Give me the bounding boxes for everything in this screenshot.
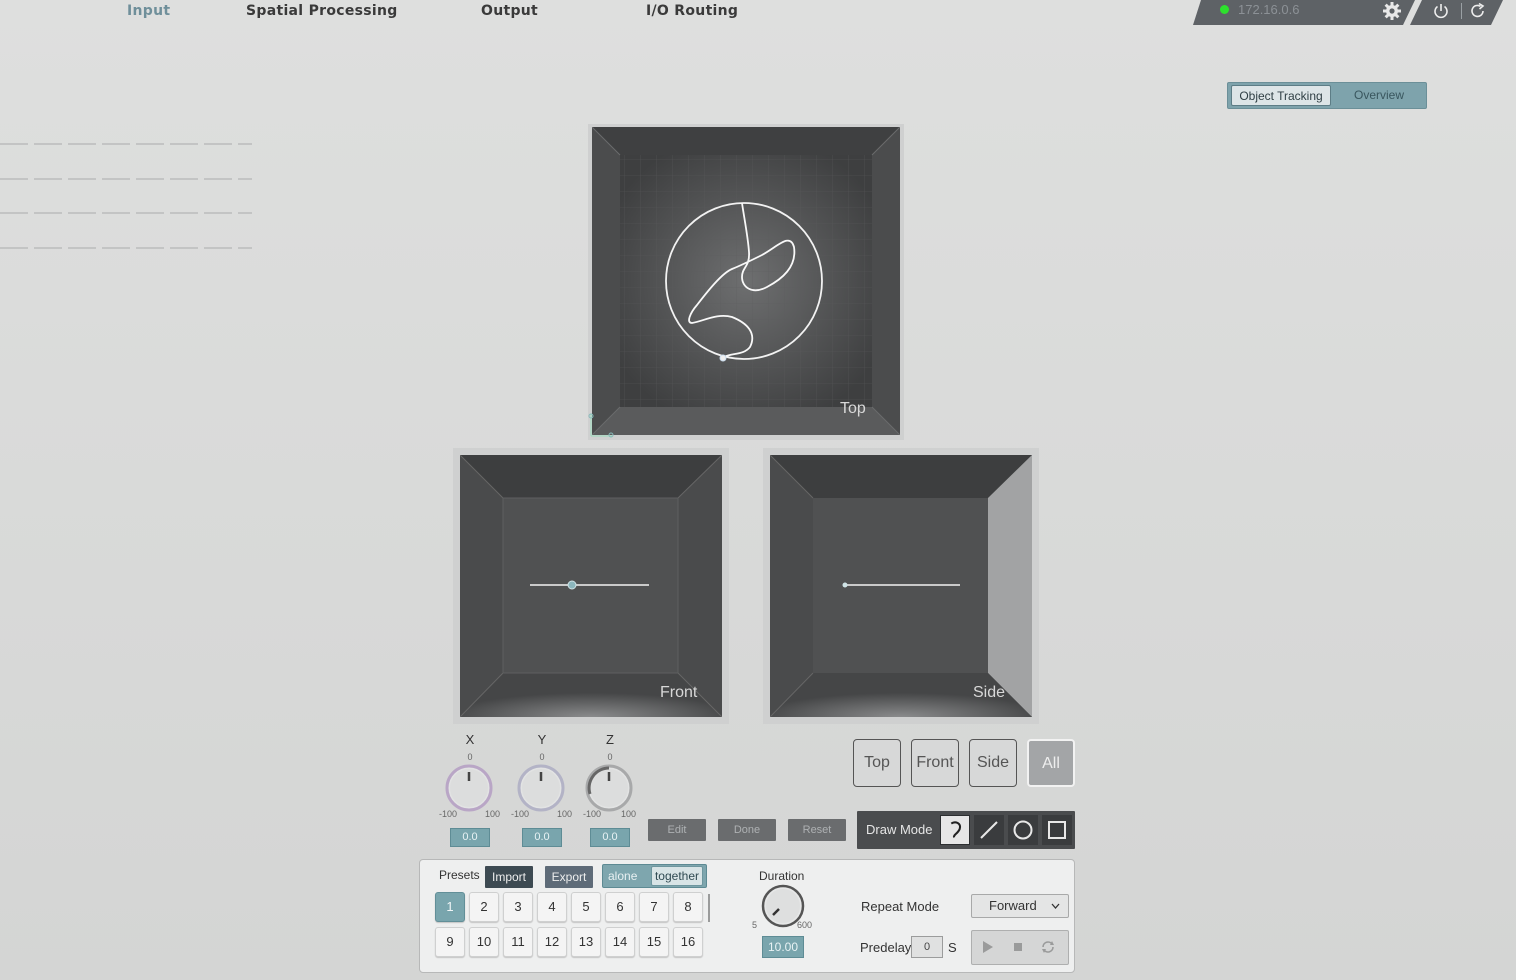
x-knob-zero: 0 — [467, 752, 473, 762]
preset-9-button[interactable]: 9 — [435, 927, 465, 957]
tab-io-routing[interactable]: I/O Routing — [646, 3, 738, 19]
predelay-field[interactable]: 0 — [911, 936, 943, 958]
z-value-field[interactable]: 0.0 — [590, 828, 630, 847]
reset-button[interactable]: Reset — [788, 819, 846, 841]
preset-1-button[interactable]: 1 — [435, 892, 465, 922]
toolbar-divider — [1461, 3, 1462, 19]
play-icon[interactable] — [981, 940, 995, 954]
tab-input[interactable]: Input — [127, 3, 170, 19]
refresh-icon[interactable] — [1469, 2, 1487, 20]
import-button[interactable]: Import — [485, 866, 533, 888]
draw-mode-label: Draw Mode — [866, 822, 933, 837]
x-position-knob[interactable] — [443, 762, 495, 814]
tab-spatial-processing[interactable]: Spatial Processing — [246, 3, 398, 19]
duration-min: 5 — [752, 920, 758, 930]
front-view-label: Front — [660, 684, 698, 701]
x-axis-label: X — [465, 732, 475, 747]
preset-14-button[interactable]: 14 — [605, 927, 635, 957]
duration-value-field[interactable]: 10.00 — [762, 936, 804, 958]
view-top-button[interactable]: Top — [853, 739, 901, 787]
preset-15-button[interactable]: 15 — [639, 927, 669, 957]
y-knob-min: -100 — [511, 809, 530, 819]
x-knob-max: 100 — [485, 809, 501, 819]
object-position-marker — [719, 354, 727, 362]
y-value-field[interactable]: 0.0 — [522, 828, 562, 847]
preset-3-button[interactable]: 3 — [503, 892, 533, 922]
side-object-marker — [842, 582, 848, 588]
tab-output[interactable]: Output — [481, 3, 538, 19]
preset-11-button[interactable]: 11 — [503, 927, 533, 957]
preset-13-button[interactable]: 13 — [571, 927, 601, 957]
z-knob-max: 100 — [621, 809, 637, 819]
stop-icon[interactable] — [1012, 941, 1024, 953]
x-knob-min: -100 — [439, 809, 458, 819]
y-knob-zero: 0 — [539, 752, 545, 762]
axis-origin-marker — [588, 413, 614, 438]
done-button[interactable]: Done — [718, 819, 776, 841]
decor-dashes — [0, 178, 252, 180]
view-side-button[interactable]: Side — [969, 739, 1017, 787]
y-axis-label: Y — [537, 732, 547, 747]
gear-icon[interactable] — [1382, 1, 1402, 21]
preset-10-button[interactable]: 10 — [469, 927, 499, 957]
preset-6-button[interactable]: 6 — [605, 892, 635, 922]
front-object-marker — [567, 580, 577, 590]
overview-button[interactable]: Overview — [1338, 85, 1420, 106]
loop-icon[interactable] — [1040, 939, 1056, 955]
z-knob-min: -100 — [583, 809, 602, 819]
repeat-mode-label: Repeat Mode — [861, 899, 940, 914]
preset-4-button[interactable]: 4 — [537, 892, 567, 922]
top-viewport[interactable]: Top — [592, 127, 900, 435]
power-icon[interactable] — [1432, 2, 1450, 20]
z-position-knob[interactable] — [583, 762, 635, 814]
preset-5-button[interactable]: 5 — [571, 892, 601, 922]
export-button[interactable]: Export — [545, 866, 593, 888]
preset-divider — [708, 894, 710, 922]
view-front-button[interactable]: Front — [911, 739, 959, 787]
duration-label: Duration — [759, 869, 805, 883]
front-viewport[interactable]: Front — [460, 455, 722, 717]
connection-status-dot — [1220, 5, 1229, 14]
decor-dashes — [0, 143, 252, 145]
preset-7-button[interactable]: 7 — [639, 892, 669, 922]
z-axis-label: Z — [606, 732, 614, 747]
y-knob-max: 100 — [557, 809, 573, 819]
object-tracking-button[interactable]: Object Tracking — [1231, 85, 1331, 106]
ip-address: 172.16.0.6 — [1238, 2, 1300, 17]
predelay-label: Predelay — [860, 940, 912, 955]
edit-button[interactable]: Edit — [648, 819, 706, 841]
view-switch: Object Tracking Overview — [1227, 82, 1427, 109]
preset-2-button[interactable]: 2 — [469, 892, 499, 922]
view-all-button[interactable]: All — [1027, 739, 1075, 787]
mode-alone-option[interactable]: alone — [608, 869, 637, 883]
y-position-knob[interactable] — [515, 762, 567, 814]
chevron-down-icon — [1051, 903, 1060, 909]
decor-dashes — [0, 247, 252, 249]
line-icon[interactable] — [974, 815, 1004, 845]
preset-16-button[interactable]: 16 — [673, 927, 703, 957]
side-view-label: Side — [973, 684, 1006, 701]
circle-icon[interactable] — [1008, 815, 1038, 845]
duration-max: 600 — [797, 920, 813, 930]
square-icon[interactable] — [1042, 815, 1072, 845]
freehand-icon[interactable] — [940, 815, 970, 845]
power-bar — [1410, 0, 1503, 25]
presets-label: Presets — [439, 868, 480, 882]
preset-8-button[interactable]: 8 — [673, 892, 703, 922]
repeat-mode-select[interactable]: Forward — [971, 894, 1069, 918]
preset-12-button[interactable]: 12 — [537, 927, 567, 957]
z-knob-zero: 0 — [607, 752, 613, 762]
repeat-mode-value: Forward — [989, 898, 1037, 913]
mode-together-option[interactable]: together — [651, 866, 703, 886]
side-viewport[interactable]: Side — [770, 455, 1032, 717]
top-view-label: Top — [840, 400, 866, 417]
decor-dashes — [0, 212, 252, 214]
predelay-unit: S — [948, 940, 957, 955]
x-value-field[interactable]: 0.0 — [450, 828, 490, 847]
